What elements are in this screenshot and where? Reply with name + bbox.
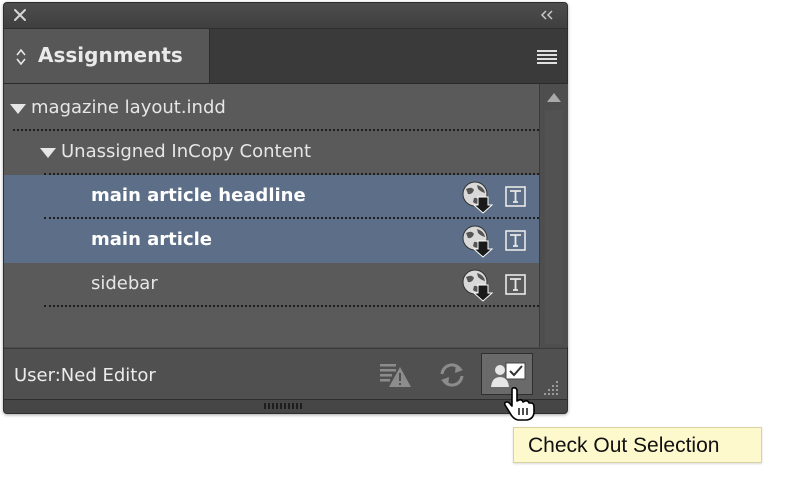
- panel-bottom-strip: [4, 399, 567, 413]
- row-divider: [44, 305, 539, 307]
- assignment-list: magazine layout.indd Unassigned InCopy C…: [4, 84, 539, 347]
- resize-grip-icon[interactable]: [541, 379, 559, 395]
- item-label: main article headline: [91, 185, 306, 206]
- disclosure-triangle-icon[interactable]: [40, 148, 56, 160]
- check-out-icon: [491, 362, 526, 387]
- panel-footer: User:Ned Editor: [4, 348, 567, 399]
- item-label: main article: [91, 229, 212, 250]
- tab-title: Assignments: [38, 43, 183, 67]
- panel-titlebar[interactable]: [4, 3, 567, 29]
- tooltip-text: Check Out Selection: [528, 434, 720, 457]
- panel-menu-icon[interactable]: [537, 49, 557, 65]
- user-label: User:Ned Editor: [14, 365, 156, 386]
- tree-row-item[interactable]: main article headline: [4, 175, 539, 219]
- globe-download-icon: [462, 225, 494, 258]
- missing-warning-icon[interactable]: [378, 361, 412, 389]
- tab-assignments[interactable]: Assignments: [4, 29, 210, 83]
- vertical-scrollbar[interactable]: [539, 84, 568, 347]
- drag-grip-icon[interactable]: [264, 403, 304, 409]
- assignments-panel: Assignments magazine layout.indd Unassig…: [3, 2, 568, 414]
- collapse-icon[interactable]: [539, 8, 555, 22]
- text-frame-icon: [505, 274, 526, 295]
- update-refresh-icon[interactable]: [438, 362, 466, 388]
- panel-tabbar: Assignments: [4, 29, 567, 84]
- tree-row-document[interactable]: magazine layout.indd: [4, 87, 539, 131]
- tree-row-group[interactable]: Unassigned InCopy Content: [4, 131, 539, 175]
- text-frame-icon: [505, 186, 526, 207]
- close-icon[interactable]: [12, 7, 28, 23]
- group-label: Unassigned InCopy Content: [61, 141, 312, 162]
- tooltip: Check Out Selection: [513, 427, 762, 463]
- item-label: sidebar: [91, 273, 158, 294]
- disclosure-triangle-icon[interactable]: [10, 104, 26, 116]
- tree-row-item[interactable]: sidebar: [4, 263, 539, 307]
- scroll-up-icon[interactable]: [547, 92, 561, 102]
- document-label: magazine layout.indd: [31, 97, 226, 118]
- tab-arrows-icon[interactable]: [16, 48, 26, 66]
- globe-download-icon: [462, 181, 494, 214]
- text-frame-icon: [505, 230, 526, 251]
- tree-row-item[interactable]: main article: [4, 219, 539, 263]
- globe-download-icon: [462, 269, 494, 302]
- pointer-hand-icon: [503, 386, 535, 421]
- scroll-track[interactable]: [545, 110, 563, 344]
